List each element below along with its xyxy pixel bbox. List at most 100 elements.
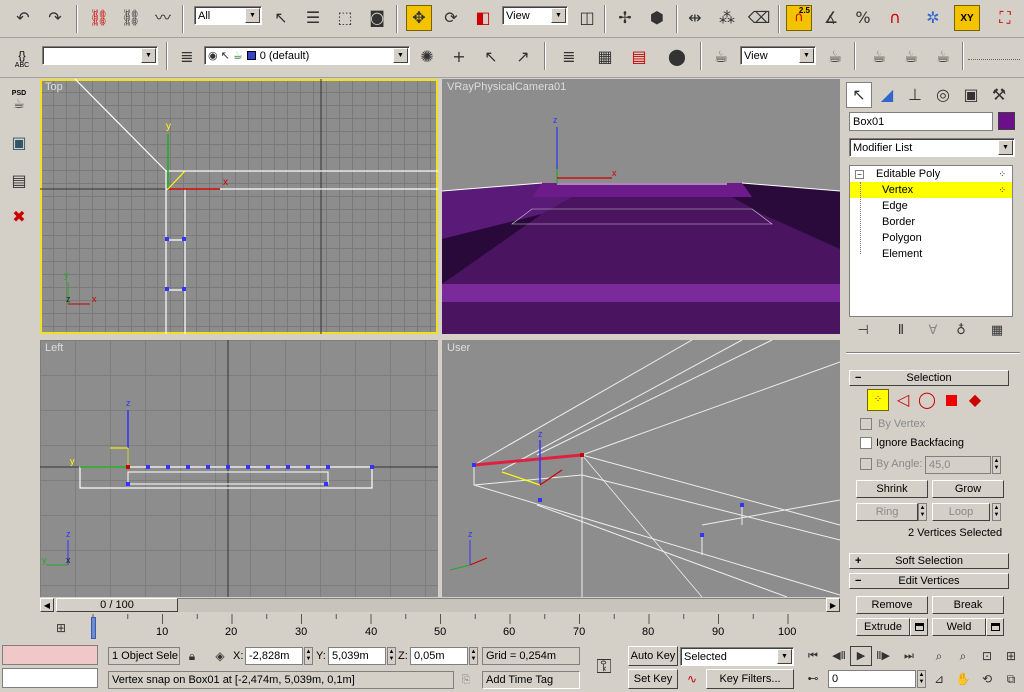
zoom-all-icon[interactable]: ⌕ [952, 646, 974, 666]
viewport-left[interactable]: Left z y z y x [40, 340, 438, 597]
ignore-backfacing-checkbox[interactable] [860, 437, 872, 449]
track-bar[interactable]: 10 20 30 40 50 60 70 80 90 100 [88, 614, 840, 642]
select-and-manipulate-icon[interactable]: ✢ [612, 5, 638, 31]
stack-item-edge[interactable]: Edge [850, 198, 1012, 214]
ring-spinner[interactable]: ▲ ▼ [918, 503, 927, 521]
percent-snap-icon[interactable]: % [850, 5, 876, 31]
edit-named-selection-icon[interactable]: ✲ [920, 5, 946, 31]
pan-view-icon[interactable]: ✋ [952, 669, 974, 689]
remove-button[interactable]: Remove [856, 596, 928, 614]
loop-button[interactable]: Loop [932, 503, 990, 521]
select-by-name-icon[interactable]: ☰ [300, 5, 326, 31]
z-spinner[interactable]: ▲ ▼ [469, 647, 478, 665]
vertex-subobject-icon[interactable]: ⁘ [867, 389, 889, 411]
selection-rollout-header[interactable]: − Selection [849, 370, 1009, 386]
selection-filter-dropdown[interactable]: All ▼ [194, 6, 262, 25]
maximize-viewport-icon[interactable]: ⧉ [1000, 669, 1022, 689]
select-and-rotate-icon[interactable]: ⟳ [438, 5, 464, 31]
border-subobject-icon[interactable]: ◯ [916, 389, 938, 411]
layer-manager-icon[interactable]: ⌫ [746, 5, 772, 31]
rectangular-selection-icon[interactable]: ⬚ [332, 5, 358, 31]
create-new-layer-icon[interactable]: ✺ [414, 44, 440, 70]
shrink-button[interactable]: Shrink [856, 480, 928, 498]
ring-button[interactable]: Ring [856, 503, 918, 521]
set-key-mode-key-icon[interactable]: ⚿ [588, 652, 620, 680]
psd-remove-icon[interactable]: ✖ [6, 204, 32, 230]
reference-coordinate-dropdown[interactable]: View ▼ [502, 6, 568, 25]
auto-key-button[interactable]: Auto Key [628, 646, 678, 666]
configure-modifier-sets-icon[interactable]: ▦ [986, 320, 1008, 342]
schematic-view-icon[interactable]: ▤ [626, 44, 652, 70]
time-slider-next[interactable]: ▶ [826, 598, 840, 612]
zoom-extents-icon[interactable]: ⊡ [976, 646, 998, 666]
render-preset-c-icon[interactable]: ☕ [930, 44, 956, 70]
zoom-extents-all-icon[interactable]: ⊞ [1000, 646, 1022, 666]
next-frame-icon[interactable]: Ⅱ▶ [872, 646, 894, 666]
set-current-layer-icon[interactable]: ↗ [510, 44, 536, 70]
render-view-dropdown[interactable]: View ▼ [740, 46, 816, 65]
motion-tab-icon[interactable]: ◎ [930, 82, 956, 108]
mini-curve-editor-icon[interactable]: ⊞ [48, 618, 74, 638]
key-mode-toggle-icon[interactable]: ⊷ [802, 669, 824, 689]
viewport-camera[interactable]: VRayPhysicalCamera01 z x [442, 79, 840, 334]
lock-selection-icon[interactable]: 🔒︎ [182, 646, 202, 666]
go-to-start-icon[interactable]: ⏮ [802, 646, 824, 666]
angle-snap-icon[interactable]: ∡ [818, 5, 844, 31]
edit-vertices-rollout-header[interactable]: − Edit Vertices [849, 573, 1009, 589]
time-slider-track[interactable] [178, 598, 826, 612]
key-filters-button[interactable]: Key Filters... [706, 669, 794, 689]
render-setup-icon[interactable]: ☕ [708, 44, 734, 70]
modify-tab-icon[interactable]: ◢ [874, 82, 900, 108]
add-to-layer-icon[interactable]: + [446, 44, 472, 70]
play-icon[interactable]: ▶ [850, 646, 872, 666]
undo-icon[interactable]: ↶ [10, 5, 36, 31]
collapse-toggle-icon[interactable]: − [855, 169, 864, 179]
extrude-button[interactable]: Extrude [856, 618, 910, 636]
hierarchy-tab-icon[interactable]: ⊥ [902, 82, 928, 108]
stack-item-editable-poly[interactable]: − Editable Poly ⁘ [850, 166, 1012, 182]
element-subobject-icon[interactable]: ◆ [964, 389, 986, 411]
curve-editor-icon[interactable]: ▦ [592, 44, 618, 70]
by-vertex-checkbox[interactable] [860, 418, 872, 430]
add-time-tag-button[interactable]: Add Time Tag [482, 671, 580, 689]
set-key-button[interactable]: Set Key [628, 669, 678, 689]
object-color-swatch[interactable] [998, 112, 1015, 130]
angle-spinner[interactable]: ▲ ▼ [992, 456, 1001, 474]
weld-settings-button[interactable] [986, 618, 1004, 636]
stack-item-vertex[interactable]: Vertex ⁘ [850, 182, 1012, 198]
psd-teapot-icon[interactable]: PSD ☕ [6, 88, 32, 114]
select-and-move-icon[interactable]: ✥ [406, 5, 432, 31]
utilities-tab-icon[interactable]: ⚒ [986, 82, 1012, 108]
make-unique-icon[interactable]: ∀ [922, 320, 944, 342]
material-editor-icon[interactable]: ⬤ [664, 44, 690, 70]
text-abc-icon[interactable]: {} ABC [8, 44, 36, 74]
current-frame-field[interactable]: 0 [828, 670, 916, 688]
key-mode-dropdown[interactable]: Selected ▼ [680, 647, 794, 666]
break-button[interactable]: Break [932, 596, 1004, 614]
time-slider-prev[interactable]: ◀ [40, 598, 54, 612]
polygon-subobject-icon[interactable] [940, 389, 962, 411]
render-preset-a-icon[interactable]: ☕ [866, 44, 892, 70]
display-tab-icon[interactable]: ▣ [958, 82, 984, 108]
maxscript-listener-white[interactable] [2, 668, 98, 688]
window-crossing-icon[interactable]: ◙ [364, 5, 390, 31]
quick-render-icon[interactable]: ☕ [822, 44, 848, 70]
select-in-layer-icon[interactable]: ↖ [478, 44, 504, 70]
time-slider[interactable]: 0 / 100 [56, 598, 178, 612]
select-and-scale-icon[interactable]: ◧ [470, 5, 496, 31]
extrude-settings-button[interactable] [910, 618, 928, 636]
zoom-icon[interactable]: ⌕ [928, 646, 950, 666]
pin-stack-icon[interactable]: ⊣ [852, 320, 874, 342]
spinner-snap-icon[interactable]: ∩ [882, 5, 908, 31]
named-selection-set-dropdown[interactable]: ▼ [42, 46, 158, 65]
bind-to-space-warp-icon[interactable]: 〰 [150, 5, 176, 31]
snaps-toggle-icon[interactable]: ∩ 2.5 [786, 5, 812, 31]
orbit-icon[interactable]: ⟲ [976, 669, 998, 689]
field-of-view-icon[interactable]: ⊿ [928, 669, 950, 689]
stack-item-border[interactable]: Border [850, 214, 1012, 230]
maxscript-listener-pink[interactable] [2, 645, 98, 665]
default-in-out-tangent-icon[interactable]: ∿ [680, 668, 704, 690]
weld-button[interactable]: Weld [932, 618, 986, 636]
go-to-end-icon[interactable]: ⏭ [898, 646, 920, 666]
frame-spinner[interactable]: ▲ ▼ [917, 670, 926, 688]
